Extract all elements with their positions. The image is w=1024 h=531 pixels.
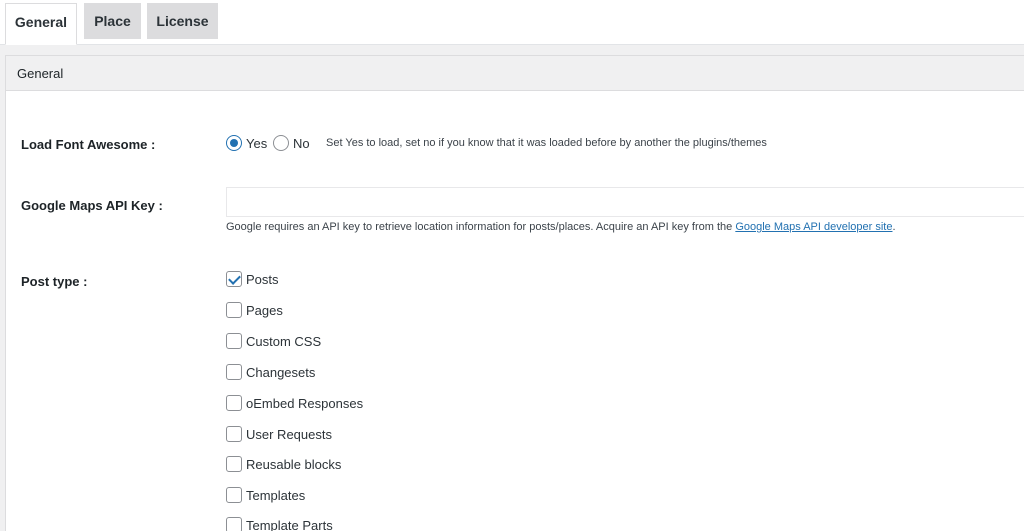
post-type-reusable-blocks-label[interactable]: Reusable blocks (246, 457, 341, 472)
google-maps-developer-link[interactable]: Google Maps API developer site (735, 221, 892, 233)
font-awesome-no-label[interactable]: No (293, 136, 310, 151)
post-type-oembed-label[interactable]: oEmbed Responses (246, 396, 363, 411)
post-type-reusable-blocks-checkbox[interactable] (226, 456, 242, 472)
tab-general[interactable]: General (5, 3, 77, 45)
font-awesome-yes-radio[interactable] (226, 135, 242, 151)
api-key-help: Google requires an API key to retrieve l… (226, 221, 896, 233)
post-type-template-parts-label[interactable]: Template Parts (246, 518, 333, 531)
post-type-pages-label[interactable]: Pages (246, 303, 283, 318)
section-header: General (6, 56, 1024, 91)
post-type-posts-checkbox[interactable] (226, 271, 242, 287)
post-type-user-requests-label[interactable]: User Requests (246, 427, 332, 442)
post-type-pages-checkbox[interactable] (226, 302, 242, 318)
font-awesome-help: Set Yes to load, set no if you know that… (326, 137, 767, 149)
post-type-changesets-label[interactable]: Changesets (246, 365, 315, 380)
post-type-template-parts-checkbox[interactable] (226, 517, 242, 531)
post-type-custom-css-checkbox[interactable] (226, 333, 242, 349)
post-type-user-requests-checkbox[interactable] (226, 426, 242, 442)
settings-tabs: General Place License (0, 0, 1024, 45)
font-awesome-no-radio[interactable] (273, 135, 289, 151)
post-type-templates-checkbox[interactable] (226, 487, 242, 503)
api-key-help-text: Google requires an API key to retrieve l… (226, 221, 736, 233)
post-type-oembed-checkbox[interactable] (226, 395, 242, 411)
google-maps-api-key-label: Google Maps API Key : (21, 198, 163, 213)
post-type-templates-label[interactable]: Templates (246, 488, 305, 503)
post-type-custom-css-label[interactable]: Custom CSS (246, 334, 321, 349)
font-awesome-yes-label[interactable]: Yes (246, 136, 267, 151)
tab-license[interactable]: License (147, 3, 218, 39)
google-maps-api-key-input[interactable] (226, 187, 1024, 217)
settings-panel: General Load Font Awesome : Yes No Set Y… (5, 55, 1024, 531)
section-title: General (17, 66, 64, 81)
post-type-posts-label[interactable]: Posts (246, 272, 279, 287)
tab-place[interactable]: Place (84, 3, 141, 39)
load-font-awesome-label: Load Font Awesome : (21, 137, 156, 152)
api-key-help-end: . (892, 221, 896, 233)
post-type-label: Post type : (21, 274, 88, 289)
post-type-changesets-checkbox[interactable] (226, 364, 242, 380)
